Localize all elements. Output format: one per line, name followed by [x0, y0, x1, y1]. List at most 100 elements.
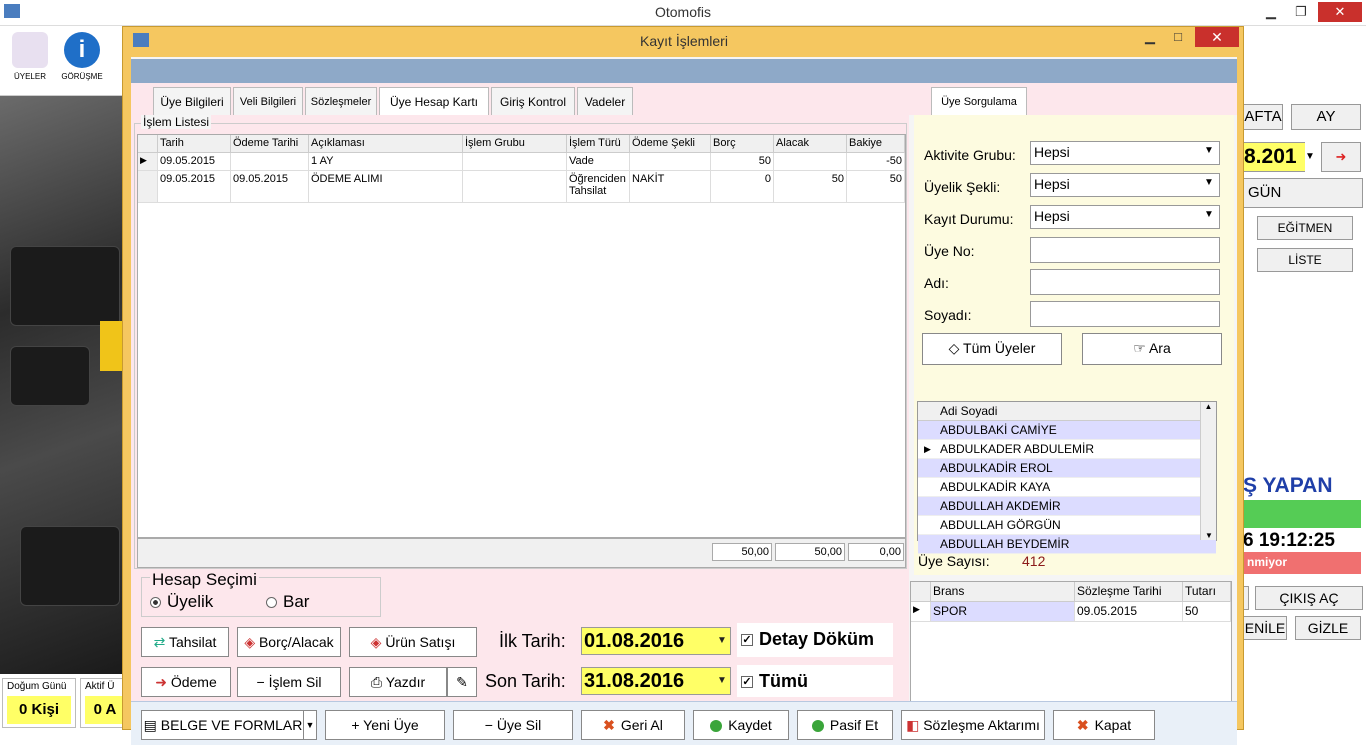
islem-sil-button[interactable]: − İşlem Sil: [237, 667, 341, 697]
chevron-down-icon[interactable]: ▼: [714, 668, 730, 694]
scroll-up-icon[interactable]: ▲: [1201, 402, 1216, 411]
col-tarih[interactable]: Tarih: [158, 135, 231, 153]
document-icon: ▤: [143, 717, 161, 733]
birthday-box: Doğum Günü 0 Kişi: [2, 678, 76, 728]
belge-formlar-button[interactable]: ▤ BELGE VE FORMLAR: [141, 710, 305, 740]
ay-button[interactable]: AY: [1291, 104, 1361, 130]
tab-uye-sorgulama[interactable]: Üye Sorgulama: [931, 87, 1027, 117]
ilk-tarih-field[interactable]: 01.08.2016: [581, 627, 731, 655]
list-item[interactable]: ABDULLAH GÖRGÜN: [918, 516, 1216, 535]
ara-button[interactable]: ☞ Ara: [1082, 333, 1222, 365]
status-red-box: nmiyor: [1243, 552, 1361, 574]
arrow-right-icon[interactable]: ➜: [1321, 142, 1361, 172]
chevron-down-icon[interactable]: ▼: [303, 710, 317, 740]
tumu-checkbox[interactable]: ✓ Tümü: [737, 665, 893, 697]
son-tarih-field[interactable]: 31.08.2016: [581, 667, 731, 695]
chevron-down-icon[interactable]: ▼: [1204, 177, 1214, 188]
pasif-et-button[interactable]: Pasif Et: [797, 710, 893, 740]
uyelik-sekli-select[interactable]: Hepsi: [1030, 173, 1220, 197]
soyadi-input[interactable]: [1030, 301, 1220, 327]
minimize-icon[interactable]: ▁: [1258, 2, 1284, 22]
detay-dokum-checkbox[interactable]: ✓ Detay Döküm: [737, 623, 893, 657]
col-bakiye[interactable]: Bakiye: [847, 135, 905, 153]
tab-bar: Üye Bilgileri Veli Bilgileri Sözleşmeler…: [131, 83, 1237, 117]
gorusme-label: GÖRÜŞME: [61, 72, 103, 81]
borc-alacak-button[interactable]: ◈ Borç/Alacak: [237, 627, 341, 657]
radio-unchecked-icon: [266, 597, 277, 609]
sozlesme-aktarimi-button[interactable]: ◧ Sözleşme Aktarımı: [901, 710, 1045, 740]
radio-uyelik[interactable]: Üyelik: [150, 592, 213, 612]
col-islem-turu[interactable]: İşlem Türü: [567, 135, 630, 153]
col-odeme-sekli[interactable]: Ödeme Şekli: [630, 135, 711, 153]
tab-uye-bilgileri[interactable]: Üye Bilgileri: [153, 87, 231, 115]
eraser-icon: ◇: [948, 340, 964, 356]
print-settings-icon[interactable]: ✎: [447, 667, 477, 697]
urun-satisi-button[interactable]: ◈ Ürün Satışı: [349, 627, 477, 657]
islem-grid: Tarih Ödeme Tarihi Açıklaması İşlem Grub…: [137, 134, 906, 538]
list-item[interactable]: ABDULKADER ABDULEMİR ▶: [918, 440, 1216, 459]
uye-no-label: Üye No:: [924, 243, 975, 259]
radio-bar[interactable]: Bar: [266, 592, 309, 612]
row-pointer-icon: ▶: [924, 444, 931, 454]
aktivite-grubu-select[interactable]: Hepsi: [1030, 141, 1220, 165]
col-odeme-tarihi[interactable]: Ödeme Tarihi: [231, 135, 309, 153]
footer-toolbar: ▤ BELGE VE FORMLAR ▼ + Yeni Üye − Üye Si…: [131, 701, 1237, 745]
tab-uye-hesap-karti[interactable]: Üye Hesap Kartı: [379, 87, 489, 117]
tum-uyeler-button[interactable]: ◇ Tüm Üyeler: [922, 333, 1062, 365]
liste-button[interactable]: LİSTE: [1257, 248, 1353, 272]
uye-no-input[interactable]: [1030, 237, 1220, 263]
col-sozlesme-tarihi[interactable]: Sözleşme Tarihi: [1075, 582, 1183, 602]
total-alacak: 50,00: [775, 543, 845, 561]
col-islem-grubu[interactable]: İşlem Grubu: [463, 135, 567, 153]
uye-sil-button[interactable]: − Üye Sil: [453, 710, 573, 740]
tab-veli-bilgileri[interactable]: Veli Bilgileri: [233, 87, 303, 115]
gun-button[interactable]: GÜN: [1243, 178, 1363, 208]
member-list-scrollbar[interactable]: ▲ ▼: [1200, 402, 1216, 540]
dialog-close-icon[interactable]: ✕: [1195, 27, 1239, 47]
list-item[interactable]: ABDULLAH AKDEMİR: [918, 497, 1216, 516]
checkbox-checked-icon: ✓: [741, 676, 753, 689]
geri-al-button[interactable]: ✖ Geri Al: [581, 710, 685, 740]
table-row[interactable]: ▶ 09.05.2015 1 AY Vade 50 -50: [138, 153, 905, 171]
tahsilat-button[interactable]: ⇄ Tahsilat: [141, 627, 229, 657]
gorusme-button[interactable]: i GÖRÜŞME: [58, 32, 106, 94]
yazdir-button[interactable]: ⎙ Yazdır: [349, 667, 447, 697]
kaydet-button[interactable]: Kaydet: [693, 710, 789, 740]
table-row[interactable]: ▶ SPOR 09.05.2015 50: [911, 602, 1231, 622]
scroll-down-icon[interactable]: ▼: [1201, 531, 1217, 540]
col-tutari[interactable]: Tutarı: [1183, 582, 1231, 602]
chevron-down-icon[interactable]: ▼: [714, 628, 730, 654]
table-row[interactable]: 09.05.2015 09.05.2015 ÖDEME ALIMI Öğrenc…: [138, 171, 905, 203]
kapat-button[interactable]: ✖ Kapat: [1053, 710, 1155, 740]
close-icon[interactable]: ✕: [1318, 2, 1362, 22]
egitmen-button[interactable]: EĞİTMEN: [1257, 216, 1353, 240]
col-borc[interactable]: Borç: [711, 135, 774, 153]
dialog-maximize-icon[interactable]: □: [1165, 27, 1191, 47]
list-item[interactable]: ABDULKADİR EROL: [918, 459, 1216, 478]
yeni-uye-button[interactable]: + Yeni Üye: [325, 710, 445, 740]
list-item[interactable]: ABDULKADİR KAYA: [918, 478, 1216, 497]
col-alacak[interactable]: Alacak: [774, 135, 847, 153]
tab-sozlesmeler[interactable]: Sözleşmeler: [305, 87, 377, 115]
restore-icon[interactable]: ❐: [1288, 2, 1314, 22]
tab-vadeler[interactable]: Vadeler: [577, 87, 633, 115]
kayit-durumu-select[interactable]: Hepsi: [1030, 205, 1220, 229]
yenile-button[interactable]: ENİLE: [1243, 616, 1287, 640]
dialog-minimize-icon[interactable]: ▁: [1137, 27, 1163, 47]
member-list: Adi Soyadi ABDULBAKİ CAMİYE ABDULKADER AB…: [917, 401, 1217, 554]
tab-giris-kontrol[interactable]: Giriş Kontrol: [491, 87, 575, 115]
list-item[interactable]: ABDULLAH BEYDEMİR: [918, 535, 1216, 554]
odeme-button[interactable]: ➜ Ödeme: [141, 667, 231, 697]
adi-input[interactable]: [1030, 269, 1220, 295]
uyeler-button[interactable]: ÜYELER: [6, 32, 54, 94]
uyeler-label: ÜYELER: [13, 72, 46, 81]
chevron-down-icon[interactable]: ▼: [1305, 142, 1319, 172]
chevron-down-icon[interactable]: ▼: [1204, 145, 1214, 156]
gizle-button[interactable]: GİZLE: [1295, 616, 1361, 640]
hafta-button[interactable]: AFTA: [1243, 104, 1283, 130]
chevron-down-icon[interactable]: ▼: [1204, 209, 1214, 220]
col-aciklama[interactable]: Açıklaması: [309, 135, 463, 153]
col-brans[interactable]: Brans: [931, 582, 1075, 602]
cikis-ac-button[interactable]: ÇIKIŞ AÇ: [1255, 586, 1363, 610]
list-item[interactable]: ABDULBAKİ CAMİYE: [918, 421, 1216, 440]
